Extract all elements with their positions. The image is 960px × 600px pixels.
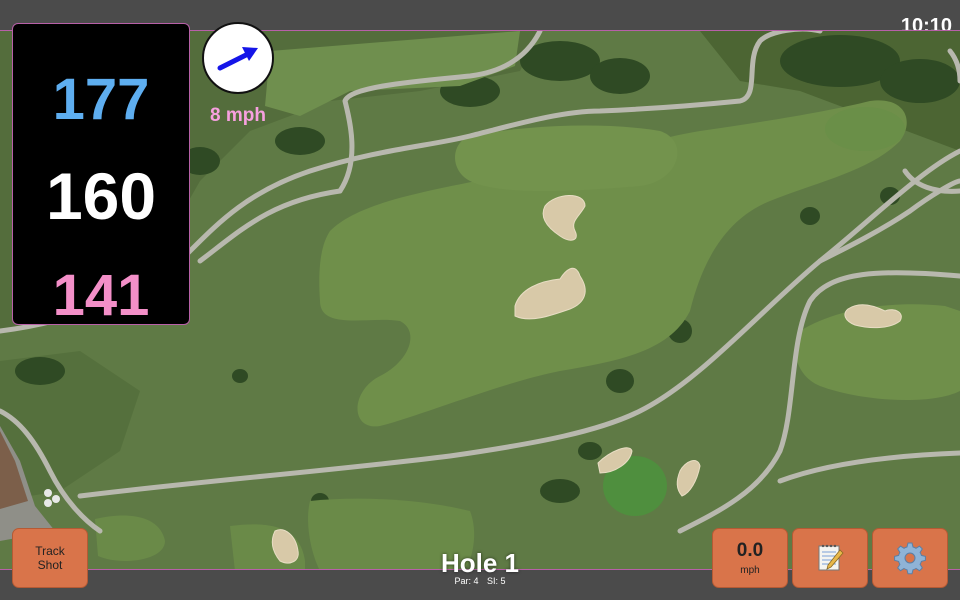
settings-button[interactable] <box>872 528 948 588</box>
gear-icon <box>894 542 926 575</box>
back-distance: 177 <box>52 67 150 132</box>
hole-title: Hole 1 <box>440 548 520 578</box>
track-shot-label-line1: Track <box>35 544 65 558</box>
wind-indicator <box>202 22 274 94</box>
notes-button[interactable] <box>792 528 868 588</box>
notepad-icon <box>818 544 844 571</box>
speed-button[interactable]: 0.0 mph <box>712 528 788 588</box>
hole-info: Par: 4 SI: 5 <box>400 576 560 586</box>
wind-direction-arrow-icon <box>217 47 258 71</box>
speed-value: 0.0 <box>736 540 764 561</box>
distance-panel: 177 160 141 <box>12 23 190 328</box>
track-shot-label-line2: Shot <box>37 558 63 572</box>
front-distance: 141 <box>52 263 150 328</box>
hole-par: Par: 4 <box>454 576 479 586</box>
speed-unit: mph <box>740 565 760 576</box>
track-shot-button[interactable]: Track Shot <box>12 528 88 588</box>
middle-distance: 160 <box>45 159 157 233</box>
wind-speed: 8 mph <box>210 105 266 126</box>
hole-stroke-index: SI: 5 <box>487 576 506 586</box>
